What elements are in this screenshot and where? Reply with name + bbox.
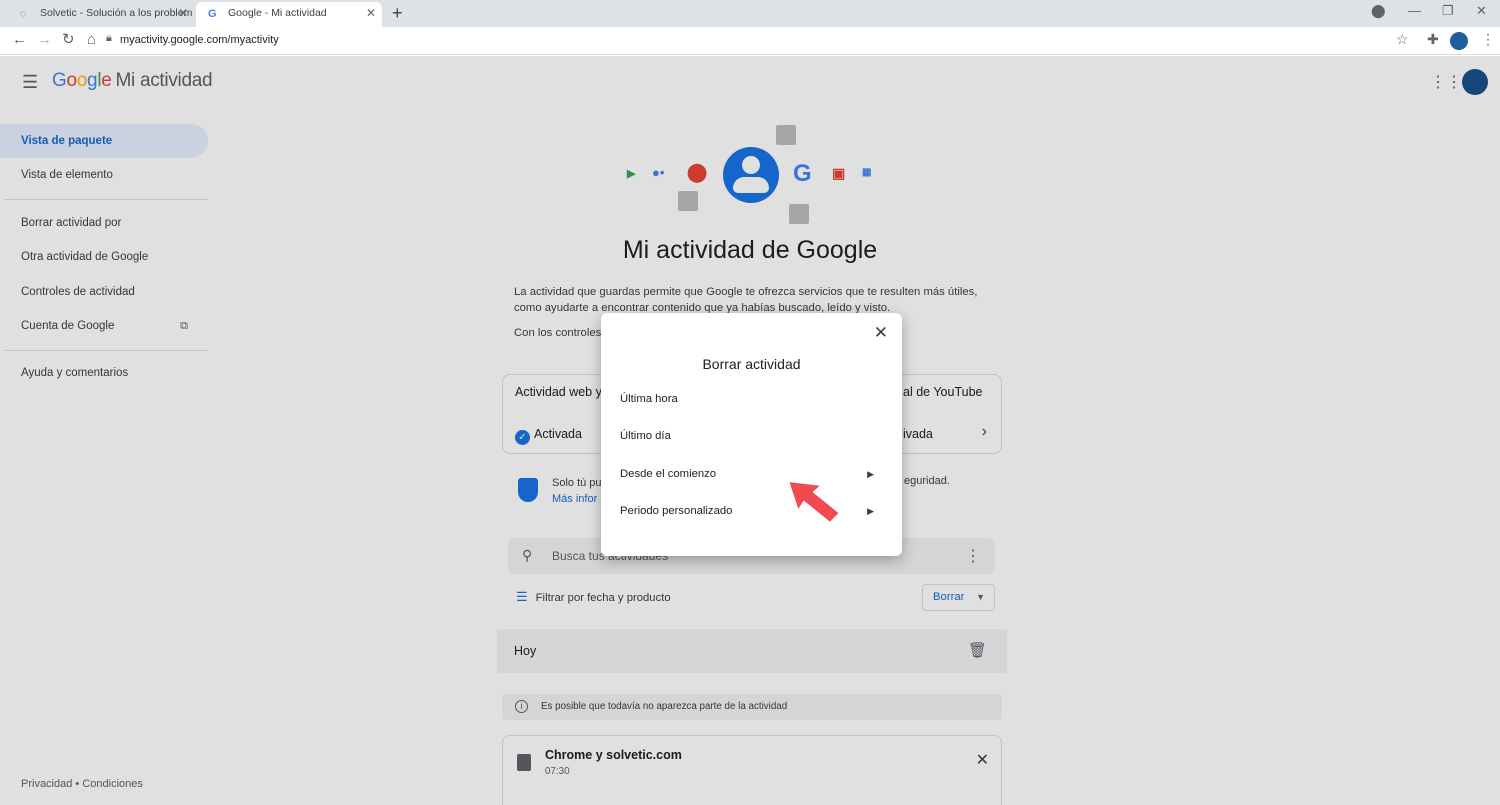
close-dialog-icon[interactable]: ✕ — [874, 323, 888, 343]
submenu-arrow-icon: ▶ — [867, 469, 874, 479]
solvetic-favicon-icon: ◌ — [20, 8, 27, 20]
forward-icon[interactable]: → — [37, 31, 52, 49]
home-icon[interactable]: ⌂ — [87, 31, 96, 49]
option-custom-range[interactable]: Periodo personalizado ▶ — [620, 500, 884, 522]
back-icon[interactable]: ← — [12, 31, 27, 49]
option-last-day[interactable]: Último día — [620, 425, 884, 447]
browser-tab-bar: ◌ Solvetic - Solución a los problem ✕ G … — [0, 0, 1500, 27]
lock-icon: 🔒︎ — [106, 32, 112, 44]
bookmark-star-icon[interactable]: ☆ — [1396, 31, 1409, 48]
close-tab-icon[interactable]: ✕ — [178, 2, 188, 25]
tab-title: Google - Mi actividad — [228, 7, 327, 19]
url-field[interactable]: myactivity.google.com/myactivity — [120, 34, 279, 46]
browser-tab-google-activity[interactable]: G Google - Mi actividad ✕ — [196, 2, 382, 27]
option-last-hour[interactable]: Última hora — [620, 388, 884, 410]
browser-tab-solvetic[interactable]: ◌ Solvetic - Solución a los problem ✕ — [8, 2, 194, 27]
close-window-icon[interactable]: ✕ — [1476, 3, 1487, 19]
restore-icon[interactable]: ❐ — [1442, 3, 1454, 19]
delete-activity-dialog: ✕ Borrar actividad Última hora Último dí… — [601, 313, 902, 556]
minimize-icon[interactable]: — — [1408, 3, 1421, 18]
extensions-icon[interactable]: ✚ — [1427, 31, 1439, 48]
address-bar: ← → ↻ ⌂ 🔒︎ myactivity.google.com/myactiv… — [0, 27, 1500, 55]
option-all-time[interactable]: Desde el comienzo ▶ — [620, 463, 884, 485]
red-arrow-pointer-icon — [787, 480, 841, 524]
reload-icon[interactable]: ↻ — [62, 31, 75, 49]
browser-profile-avatar[interactable] — [1450, 32, 1468, 50]
close-tab-icon[interactable]: ✕ — [366, 2, 376, 25]
browser-menu-icon[interactable]: ⋮ — [1481, 31, 1495, 48]
google-favicon-icon: G — [208, 8, 217, 20]
new-tab-icon[interactable]: + — [392, 3, 403, 23]
dialog-title: Borrar actividad — [702, 356, 801, 372]
profile-menu-icon[interactable]: ⬤ — [1371, 3, 1386, 19]
tab-title: Solvetic - Solución a los problem — [40, 7, 193, 19]
submenu-arrow-icon: ▶ — [867, 506, 874, 516]
